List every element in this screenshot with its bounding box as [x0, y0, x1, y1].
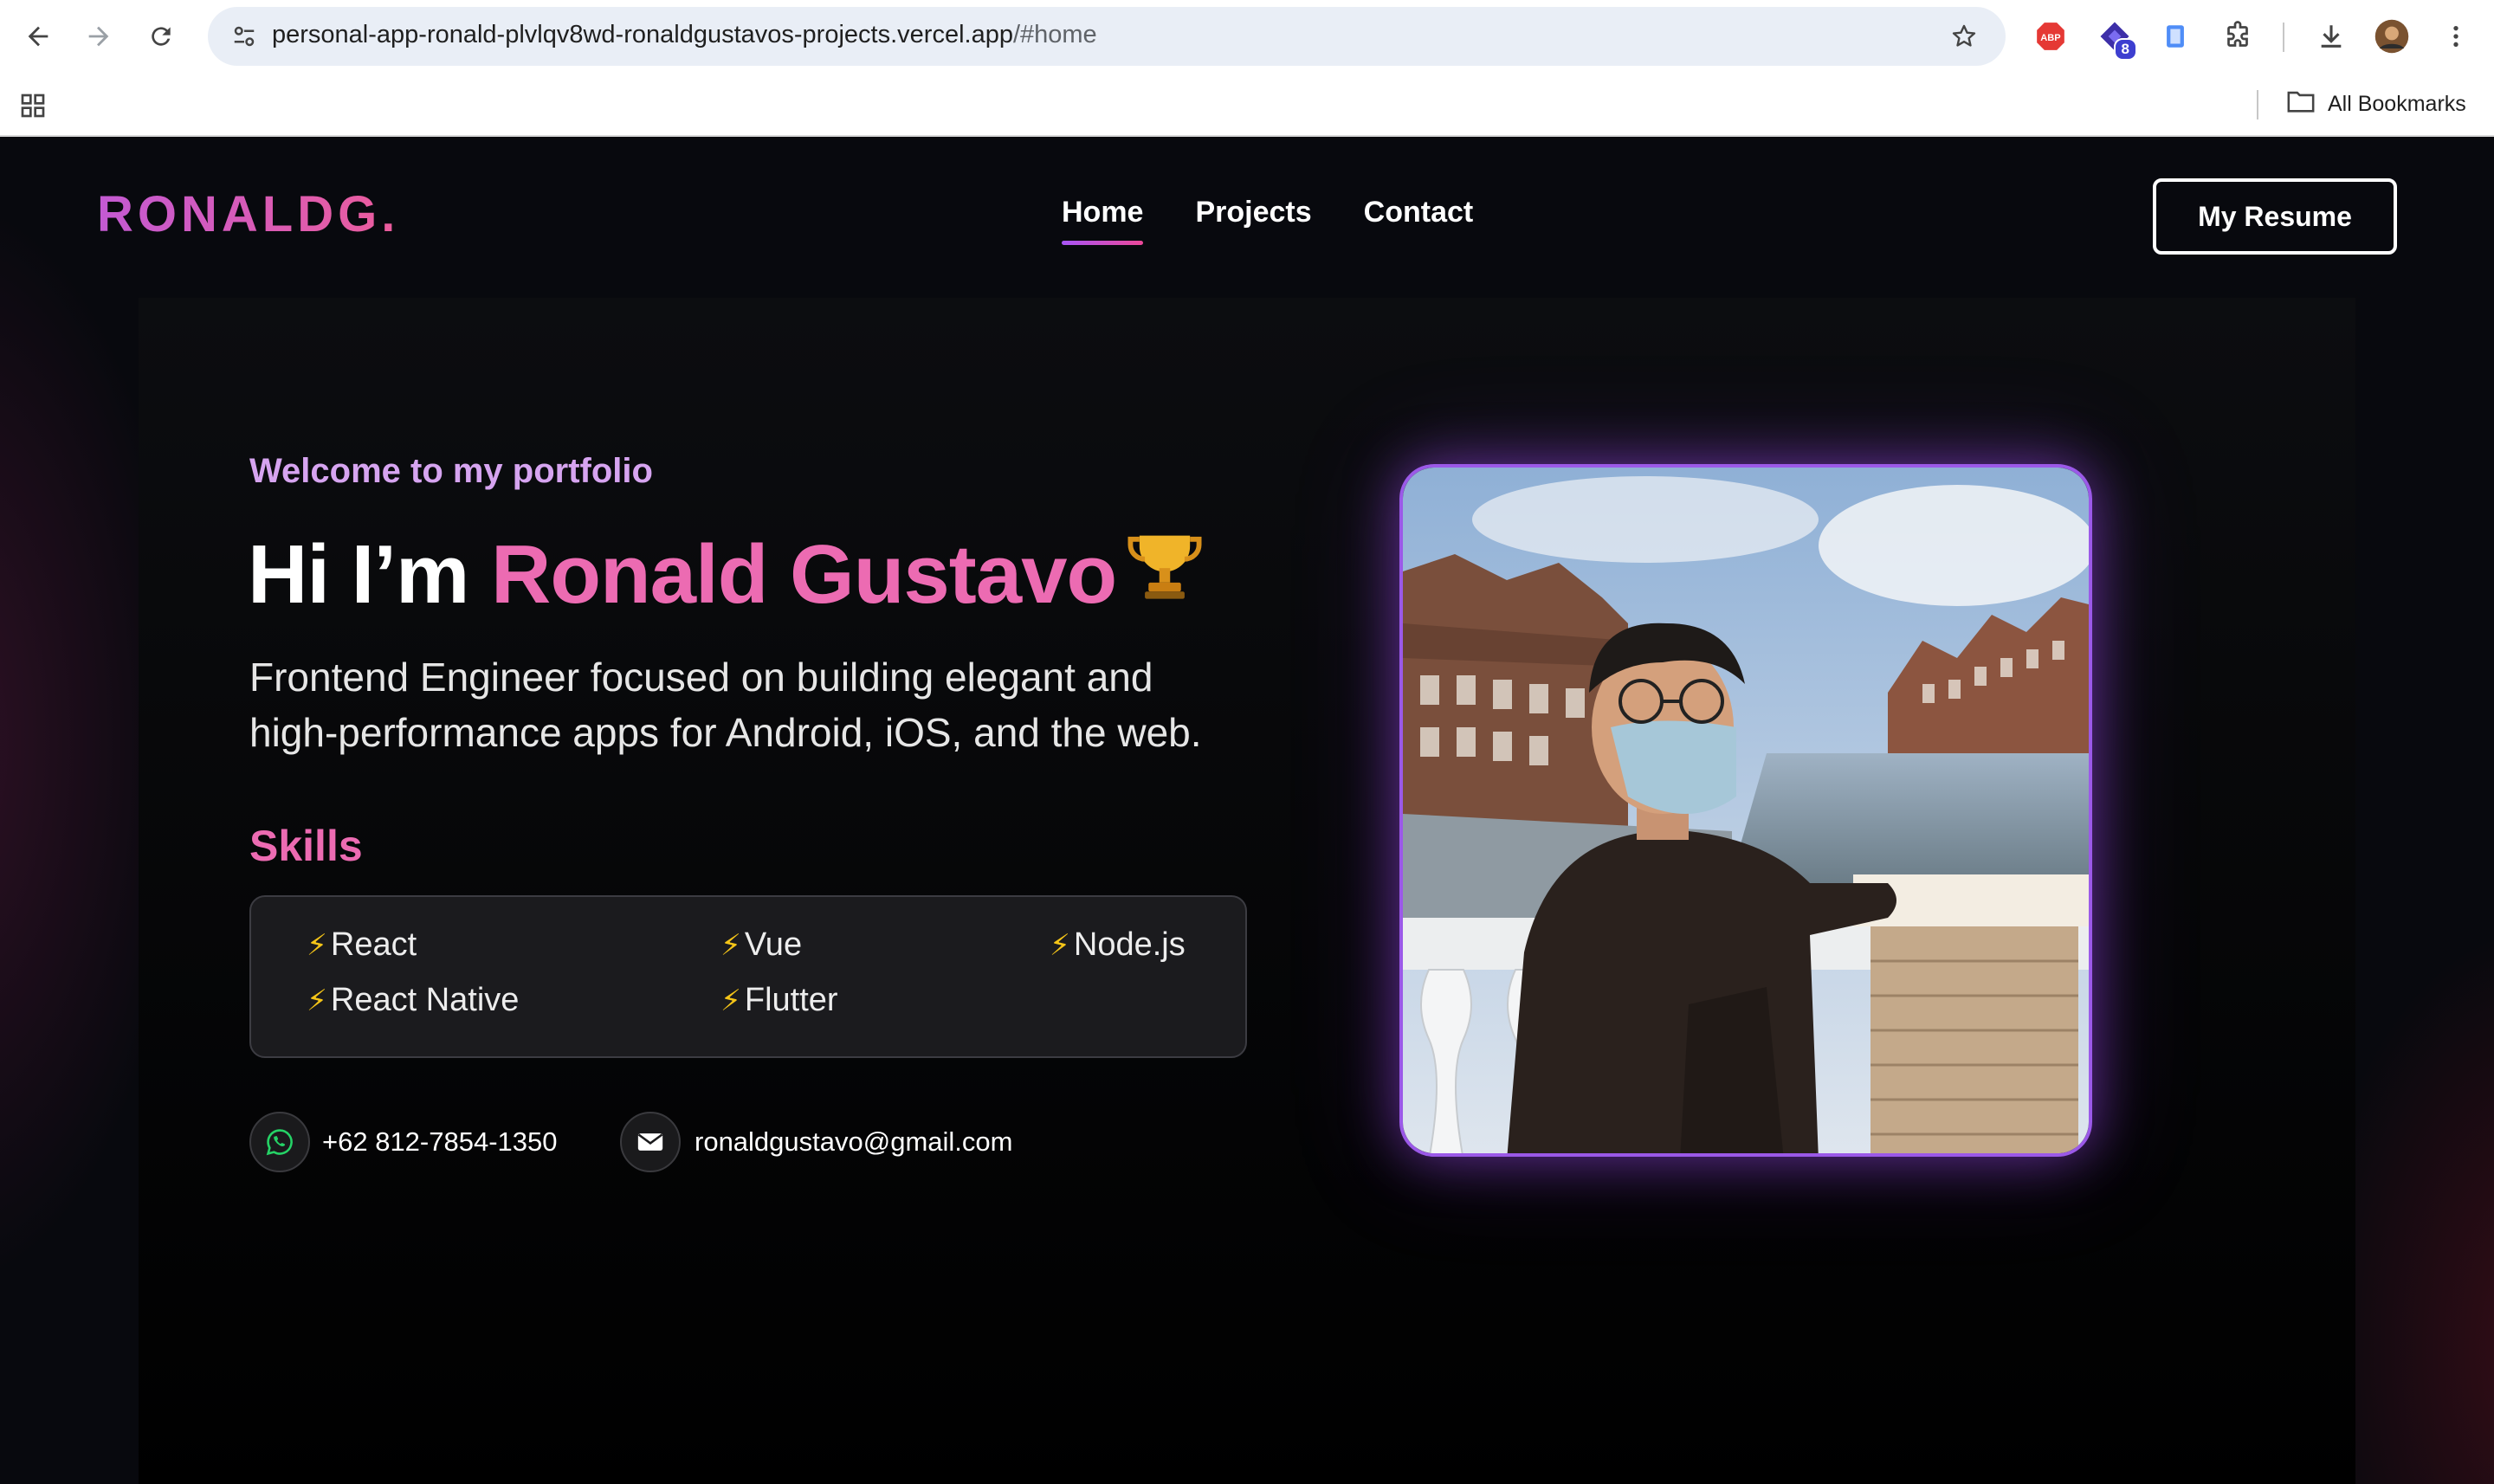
profile-photo-illustration — [1403, 468, 2089, 1153]
site-settings-icon[interactable] — [225, 17, 263, 55]
site-logo[interactable]: RONALDG. — [97, 185, 399, 243]
skill-item: ⚡ Flutter — [720, 982, 838, 1019]
puzzle-icon[interactable] — [2219, 17, 2257, 55]
profile-photo — [1399, 464, 2092, 1157]
my-resume-button[interactable]: My Resume — [2153, 178, 2397, 255]
folder-icon — [2286, 88, 2316, 120]
skill-label: React Native — [330, 982, 520, 1018]
clipboard-icon[interactable] — [2156, 17, 2194, 55]
skill-label: Node.js — [1073, 926, 1186, 963]
star-icon[interactable] — [1945, 17, 1983, 55]
nav-home[interactable]: Home — [1062, 196, 1144, 245]
phone-number[interactable]: +62 812-7854-1350 — [322, 1126, 558, 1158]
toolbar-divider — [2283, 23, 2284, 52]
url-host: personal-app-ronald-plvlqv8wd-ronaldgust… — [272, 21, 1013, 48]
svg-text:ABP: ABP — [2040, 33, 2061, 43]
welcome-text: Welcome to my portfolio — [249, 452, 653, 490]
back-icon[interactable] — [17, 16, 59, 57]
skill-item: ⚡ React Native — [307, 982, 519, 1019]
hero-description-line1: Frontend Engineer focused on building el… — [249, 655, 1153, 700]
all-bookmarks-label: All Bookmarks — [2328, 91, 2466, 116]
download-icon[interactable] — [2312, 17, 2350, 55]
hero-title-name: Ronald Gustavo — [491, 528, 1117, 621]
url-path: /#home — [1012, 21, 1097, 48]
mail-icon[interactable] — [620, 1112, 681, 1172]
bookmarks-bar: All Bookmarks — [0, 73, 2494, 137]
adblock-icon[interactable]: ABP — [2032, 17, 2070, 55]
url-text[interactable]: personal-app-ronald-plvlqv8wd-ronaldgust… — [272, 21, 1097, 49]
skill-label: Flutter — [744, 982, 838, 1018]
menu-icon[interactable] — [2437, 17, 2475, 55]
reload-icon[interactable] — [140, 16, 182, 57]
extension-badge: 8 — [2113, 38, 2137, 61]
trophy-icon — [1121, 521, 1208, 628]
skills-heading: Skills — [249, 822, 363, 870]
skill-item: ⚡ Node.js — [1050, 926, 1186, 964]
forward-icon[interactable] — [78, 16, 120, 57]
apps-icon[interactable] — [19, 92, 47, 119]
extension-icon[interactable]: 8 — [2096, 17, 2137, 61]
hero-title-prefix: Hi I’m — [248, 528, 469, 621]
nav-projects[interactable]: Projects — [1195, 196, 1311, 245]
page: RONALDG. Home Projects Contact My Resume… — [0, 137, 2494, 1484]
lightning-icon: ⚡ — [720, 984, 741, 1017]
nav-contact[interactable]: Contact — [1364, 196, 1474, 245]
profile-avatar[interactable] — [2373, 17, 2411, 55]
skill-item: ⚡ Vue — [720, 926, 802, 964]
hero-description-line2: high-performance apps for Android, iOS, … — [249, 710, 1202, 755]
skill-item: ⚡ React — [307, 926, 417, 964]
skill-label: Vue — [744, 926, 803, 963]
whatsapp-icon[interactable] — [249, 1112, 310, 1172]
address-bar[interactable]: personal-app-ronald-plvlqv8wd-ronaldgust… — [208, 7, 2006, 66]
browser-toolbar: personal-app-ronald-plvlqv8wd-ronaldgust… — [0, 0, 2494, 73]
hero-description: Frontend Engineer focused on building el… — [249, 649, 1289, 760]
email-address[interactable]: ronaldgustavo@gmail.com — [695, 1126, 1012, 1158]
hero-title: Hi I’m Ronald Gustavo — [248, 521, 1208, 628]
lightning-icon: ⚡ — [720, 928, 741, 962]
bookmarks-divider — [2257, 90, 2258, 119]
skill-label: React — [330, 926, 417, 963]
lightning-icon: ⚡ — [1050, 928, 1070, 962]
main-nav: Home Projects Contact — [1062, 196, 1473, 245]
all-bookmarks-button[interactable]: All Bookmarks — [2286, 87, 2466, 121]
lightning-icon: ⚡ — [307, 984, 327, 1017]
lightning-icon: ⚡ — [307, 928, 327, 962]
skills-card: ⚡ React ⚡ Vue ⚡ Node.js ⚡ React Native ⚡ Flut… — [249, 895, 1247, 1058]
browser-chrome: personal-app-ronald-plvlqv8wd-ronaldgust… — [0, 0, 2494, 137]
